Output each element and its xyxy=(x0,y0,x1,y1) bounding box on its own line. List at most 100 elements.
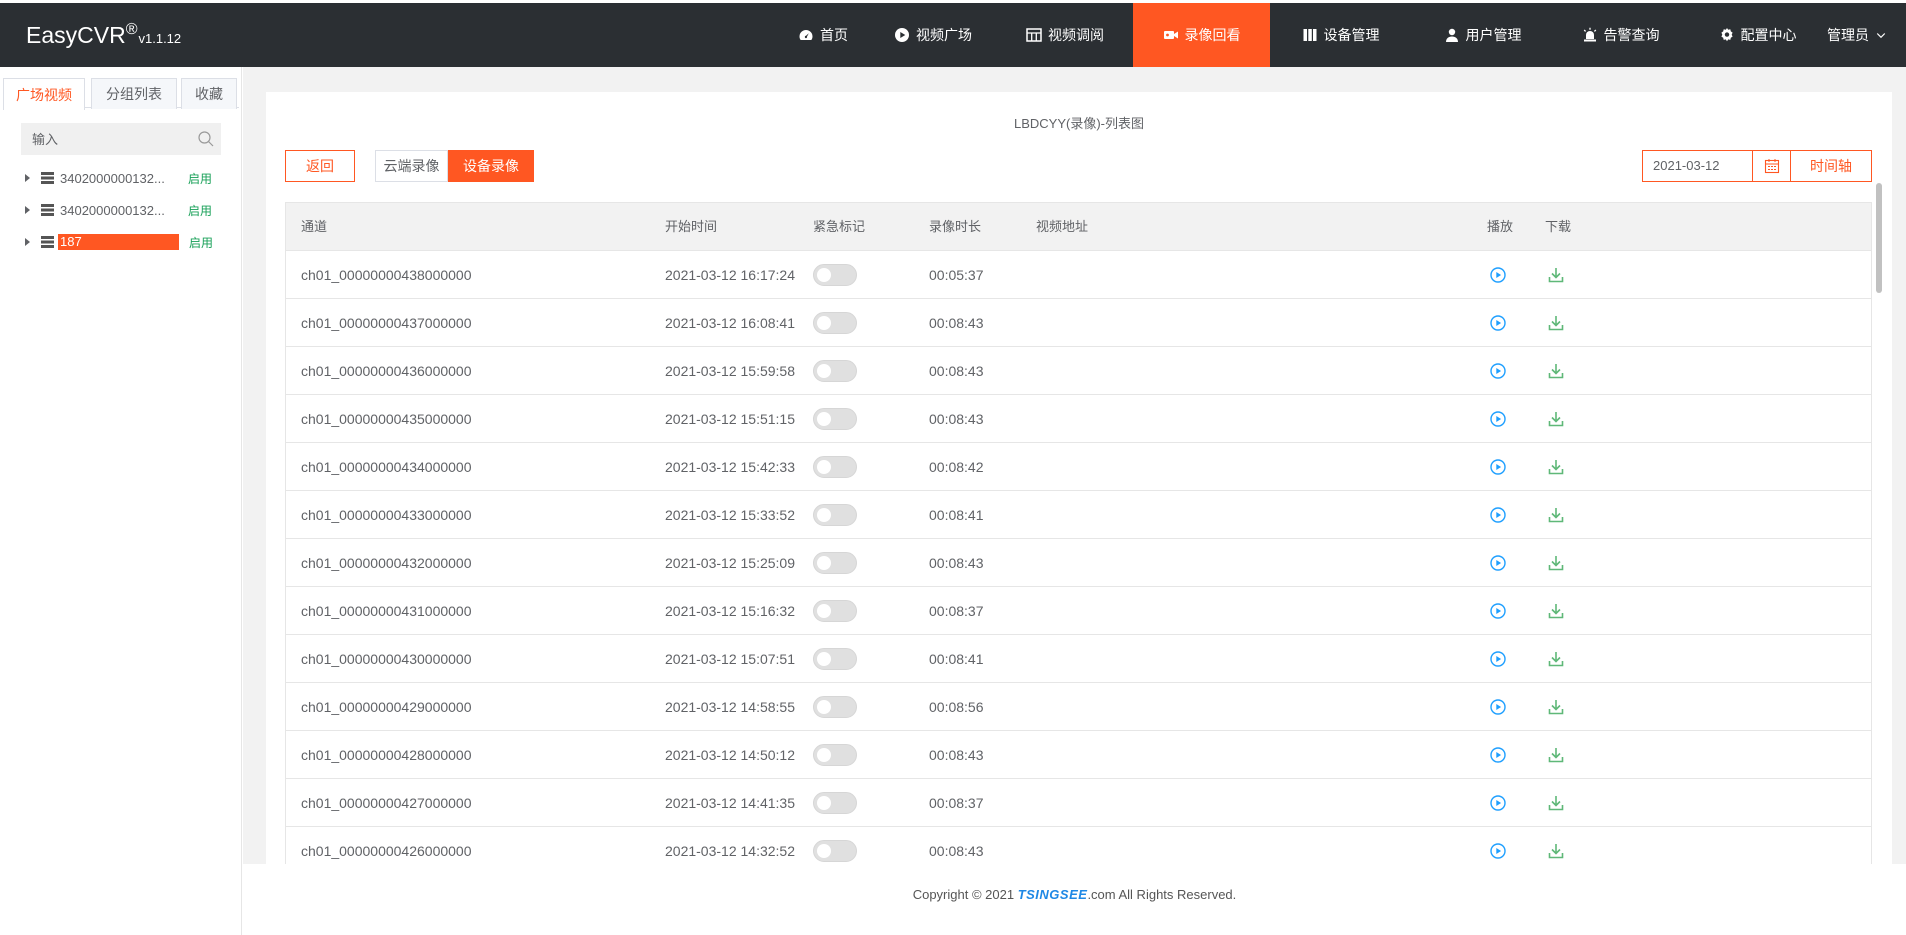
nav-device-manage[interactable]: 设备管理 xyxy=(1283,3,1398,67)
app-logo[interactable]: EasyCVR®v1.1.12 xyxy=(26,21,181,49)
download-button[interactable] xyxy=(1546,841,1566,861)
download-button[interactable] xyxy=(1546,697,1566,717)
download-button[interactable] xyxy=(1546,361,1566,381)
start-time-cell: 2021-03-12 14:32:52 xyxy=(665,843,795,859)
tab-favorites[interactable]: 收藏 xyxy=(181,78,237,109)
play-circle-icon xyxy=(1490,363,1506,379)
download-button[interactable] xyxy=(1546,793,1566,813)
table-row: ch01_00000000431000000 2021-03-12 15:16:3… xyxy=(286,587,1871,635)
duration-cell: 00:08:56 xyxy=(929,699,984,715)
play-button[interactable] xyxy=(1488,697,1508,717)
timeline-button[interactable]: 时间轴 xyxy=(1791,151,1871,181)
urgent-toggle[interactable] xyxy=(813,264,857,286)
expand-caret-icon[interactable] xyxy=(25,174,30,182)
record-list-card: LBDCYY(录像)-列表图 返回 云端录像 设备录像 2021-03-12 时… xyxy=(266,92,1892,864)
download-button[interactable] xyxy=(1546,409,1566,429)
footer-suffix: .com All Rights Reserved. xyxy=(1087,887,1237,902)
download-button[interactable] xyxy=(1546,601,1566,621)
download-button[interactable] xyxy=(1546,457,1566,477)
play-button[interactable] xyxy=(1488,793,1508,813)
duration-cell: 00:05:37 xyxy=(929,267,984,283)
download-icon xyxy=(1548,652,1564,667)
play-circle-icon xyxy=(1490,411,1506,427)
urgent-toggle[interactable] xyxy=(813,504,857,526)
tab-label: 收藏 xyxy=(195,86,223,102)
urgent-toggle[interactable] xyxy=(813,456,857,478)
device-icon xyxy=(41,172,54,184)
download-icon xyxy=(1548,700,1564,715)
play-button[interactable] xyxy=(1488,361,1508,381)
play-button[interactable] xyxy=(1488,601,1508,621)
tree-node-device-selected[interactable]: 187 启用 xyxy=(22,232,232,252)
gear-icon xyxy=(1720,28,1733,42)
download-button[interactable] xyxy=(1546,313,1566,333)
device-label: 187 xyxy=(58,234,179,250)
download-button[interactable] xyxy=(1546,553,1566,573)
user-menu-label: 管理员 xyxy=(1827,27,1869,43)
back-button[interactable]: 返回 xyxy=(285,150,355,182)
urgent-toggle[interactable] xyxy=(813,600,857,622)
urgent-toggle[interactable] xyxy=(813,312,857,334)
play-button[interactable] xyxy=(1488,745,1508,765)
search-input[interactable] xyxy=(22,124,182,154)
col-play: 播放 xyxy=(1487,219,1514,234)
download-button[interactable] xyxy=(1546,745,1566,765)
tree-node-device[interactable]: 3402000000132... 启用 xyxy=(22,168,232,188)
page-scrollbar[interactable] xyxy=(1876,183,1882,293)
urgent-toggle[interactable] xyxy=(813,840,857,862)
download-button[interactable] xyxy=(1546,649,1566,669)
play-button[interactable] xyxy=(1488,841,1508,861)
play-button[interactable] xyxy=(1488,505,1508,525)
play-button[interactable] xyxy=(1488,313,1508,333)
device-status: 启用 xyxy=(189,235,214,250)
download-button[interactable] xyxy=(1546,505,1566,525)
date-input[interactable]: 2021-03-12 xyxy=(1643,151,1753,181)
nav-record-playback[interactable]: 录像回看 xyxy=(1133,3,1270,67)
channel-cell: ch01_00000000429000000 xyxy=(301,699,472,715)
channel-cell: ch01_00000000435000000 xyxy=(301,411,472,427)
play-button[interactable] xyxy=(1488,553,1508,573)
start-time-cell: 2021-03-12 15:25:09 xyxy=(665,555,795,571)
urgent-toggle[interactable] xyxy=(813,648,857,670)
download-button[interactable] xyxy=(1546,265,1566,285)
urgent-toggle[interactable] xyxy=(813,360,857,382)
urgent-toggle[interactable] xyxy=(813,408,857,430)
calendar-button[interactable] xyxy=(1753,151,1791,181)
urgent-toggle[interactable] xyxy=(813,696,857,718)
tsingsee-logo[interactable]: TSINGSEE xyxy=(1018,887,1088,902)
tree-node-device[interactable]: 3402000000132... 启用 xyxy=(22,200,232,220)
duration-cell: 00:08:37 xyxy=(929,795,984,811)
user-menu[interactable]: 管理员 xyxy=(1812,3,1902,67)
nav-video-view[interactable]: 视频调阅 xyxy=(1010,3,1120,67)
tab-group-list[interactable]: 分组列表 xyxy=(91,78,177,109)
play-button[interactable] xyxy=(1488,409,1508,429)
col-url: 视频地址 xyxy=(1036,219,1089,234)
nav-user-manage[interactable]: 用户管理 xyxy=(1425,3,1540,67)
tab-square-video[interactable]: 广场视频 xyxy=(3,78,85,110)
table-row: ch01_00000000434000000 2021-03-12 15:42:3… xyxy=(286,443,1871,491)
nav-label: 配置中心 xyxy=(1740,27,1797,43)
play-button[interactable] xyxy=(1488,457,1508,477)
nav-alarm-query[interactable]: 告警查询 xyxy=(1563,3,1678,67)
record-table: 通道 开始时间 紧急标记 录像时长 视频地址 播放 下载 ch01_000000… xyxy=(285,202,1872,864)
search-icon[interactable] xyxy=(197,130,215,148)
footer: Copyright © 2021 TSINGSEE.com All Rights… xyxy=(243,887,1906,902)
table-row: ch01_00000000428000000 2021-03-12 14:50:1… xyxy=(286,731,1871,779)
play-button[interactable] xyxy=(1488,265,1508,285)
nav-video-square[interactable]: 视频广场 xyxy=(878,3,988,67)
nav-home[interactable]: 首页 xyxy=(768,3,878,67)
duration-cell: 00:08:37 xyxy=(929,603,984,619)
device-record-button[interactable]: 设备录像 xyxy=(448,150,534,182)
urgent-toggle[interactable] xyxy=(813,792,857,814)
table-row: ch01_00000000426000000 2021-03-12 14:32:5… xyxy=(286,827,1871,864)
urgent-toggle[interactable] xyxy=(813,744,857,766)
play-button[interactable] xyxy=(1488,649,1508,669)
expand-caret-icon[interactable] xyxy=(25,238,30,246)
urgent-toggle[interactable] xyxy=(813,552,857,574)
expand-caret-icon[interactable] xyxy=(25,206,30,214)
start-time-cell: 2021-03-12 16:17:24 xyxy=(665,267,795,283)
nav-config-center[interactable]: 配置中心 xyxy=(1700,3,1815,67)
cloud-record-button[interactable]: 云端录像 xyxy=(375,150,448,182)
table-row: ch01_00000000438000000 2021-03-12 16:17:2… xyxy=(286,251,1871,299)
start-time-cell: 2021-03-12 14:58:55 xyxy=(665,699,795,715)
